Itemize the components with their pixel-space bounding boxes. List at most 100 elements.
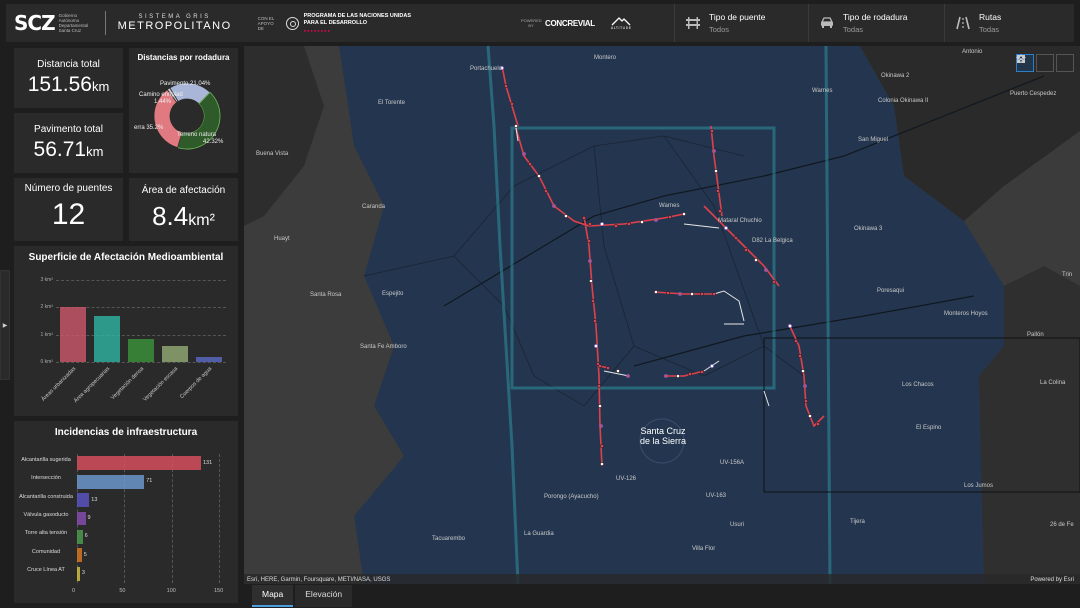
- map-point-marker[interactable]: [744, 248, 748, 252]
- map-point-marker[interactable]: [582, 216, 586, 220]
- map-place-label: San Miguel: [858, 137, 889, 143]
- map-point-marker[interactable]: [764, 268, 768, 272]
- map-point-marker[interactable]: [614, 224, 618, 228]
- map-point-marker[interactable]: [627, 222, 631, 226]
- map-point-marker[interactable]: [676, 374, 680, 378]
- tab-mapa[interactable]: Mapa: [252, 585, 294, 607]
- map-point-marker[interactable]: [754, 258, 758, 262]
- map-point-marker[interactable]: [710, 129, 714, 133]
- tab-elevacion[interactable]: Elevación: [295, 585, 353, 607]
- map-point-marker[interactable]: [564, 214, 568, 218]
- map-point-marker[interactable]: [587, 239, 591, 243]
- map-point-marker[interactable]: [794, 339, 798, 343]
- map-point-marker[interactable]: [593, 319, 597, 323]
- map-point-marker[interactable]: [688, 372, 692, 376]
- map-point-marker[interactable]: [588, 259, 592, 263]
- basemap-button[interactable]: [1017, 54, 1074, 72]
- map-place-label: Los Chacos: [902, 382, 934, 388]
- map-point-marker[interactable]: [803, 384, 807, 388]
- map-point-marker[interactable]: [537, 174, 541, 178]
- map-point-marker[interactable]: [712, 292, 716, 296]
- kpi-numero-puentes-title: Número de puentes: [24, 183, 113, 194]
- hbar-chart-xtick: 0: [72, 588, 76, 594]
- map-point-marker[interactable]: [640, 220, 644, 224]
- map-point-marker[interactable]: [600, 462, 604, 466]
- map-point-marker[interactable]: [804, 399, 808, 403]
- map-point-marker[interactable]: [798, 354, 802, 358]
- hbar-chart-value: 71: [146, 478, 153, 485]
- map-point-marker[interactable]: [589, 279, 593, 283]
- map-point-marker[interactable]: [700, 370, 704, 374]
- map-point-marker[interactable]: [588, 222, 592, 226]
- bar-chart-bar[interactable]: [195, 357, 223, 362]
- hbar-chart-bar[interactable]: [77, 493, 90, 507]
- bar-chart-bar[interactable]: [93, 315, 121, 362]
- map-point-marker[interactable]: [718, 209, 722, 213]
- layers-button[interactable]: [1016, 54, 1054, 72]
- map-point-marker[interactable]: [801, 369, 805, 373]
- map-point-marker[interactable]: [714, 169, 718, 173]
- map-place-label: 26 de Fe: [1050, 522, 1074, 528]
- map-point-marker[interactable]: [552, 204, 556, 208]
- map-point-marker[interactable]: [599, 424, 603, 428]
- powered-by-esri[interactable]: Powered by Esri: [1030, 577, 1074, 583]
- bar-chart-bar[interactable]: [127, 338, 155, 362]
- map-point-marker[interactable]: [724, 226, 728, 230]
- map-point-marker[interactable]: [598, 364, 602, 368]
- filter-tipo-rodadura[interactable]: Tipo de rodadura Todas: [808, 4, 941, 42]
- map-view[interactable]: Portachuelo Montero Antonio Okinawa 2 Puerto…: [244, 46, 1080, 584]
- map-point-marker[interactable]: [654, 290, 658, 294]
- map-point-marker[interactable]: [591, 299, 595, 303]
- hbar-chart-bar[interactable]: [77, 548, 82, 563]
- map-point-marker[interactable]: [734, 236, 738, 240]
- map-point-marker[interactable]: [616, 369, 620, 373]
- map-point-marker[interactable]: [597, 384, 601, 388]
- hbar-chart-category: Válvula gasoducto: [23, 512, 69, 518]
- map-point-marker[interactable]: [690, 292, 694, 296]
- map-point-marker[interactable]: [522, 152, 526, 156]
- filter-tipo-puente[interactable]: Tipo de puente Todos: [674, 4, 804, 42]
- map-point-marker[interactable]: [808, 414, 812, 418]
- map-point-marker[interactable]: [712, 149, 716, 153]
- map-point-marker[interactable]: [664, 374, 668, 378]
- hbar-chart-bar[interactable]: [77, 474, 145, 489]
- bar-chart-bar[interactable]: [161, 345, 189, 362]
- map-point-marker[interactable]: [668, 215, 672, 219]
- map-point-marker[interactable]: [700, 292, 704, 296]
- map-point-marker[interactable]: [654, 218, 658, 222]
- filter-rutas[interactable]: Rutas Todas: [944, 4, 1074, 42]
- hbar-chart-bar[interactable]: [77, 511, 86, 526]
- kpi-area-afectacion-number: 8.4: [152, 201, 189, 231]
- map-point-marker[interactable]: [528, 162, 532, 166]
- map-point-marker[interactable]: [816, 422, 820, 426]
- hbar-chart-bar[interactable]: [77, 566, 80, 581]
- donut-label-camino-pct: 1.44%: [154, 99, 172, 105]
- filter-tipo-rodadura-title: Tipo de rodadura: [843, 12, 908, 22]
- map-point-marker[interactable]: [666, 291, 670, 295]
- map-point-marker[interactable]: [678, 292, 682, 296]
- map-point-marker[interactable]: [510, 102, 514, 106]
- map-point-marker[interactable]: [594, 344, 598, 348]
- kpi-distancia-total-title: Distancia total: [37, 59, 100, 70]
- sidebar-collapse-handle[interactable]: ▶: [0, 270, 10, 380]
- map-point-marker[interactable]: [710, 364, 714, 368]
- map-point-marker[interactable]: [788, 324, 792, 328]
- map-point-marker[interactable]: [504, 84, 508, 88]
- map-point-marker[interactable]: [598, 404, 602, 408]
- map-point-marker[interactable]: [606, 366, 610, 370]
- map-point-marker[interactable]: [626, 374, 630, 378]
- map-point-marker[interactable]: [682, 212, 686, 216]
- map-point-marker[interactable]: [544, 189, 548, 193]
- map-place-label: El Espino: [916, 425, 942, 431]
- map-point-marker[interactable]: [600, 444, 604, 448]
- hbar-chart-bar[interactable]: [77, 530, 83, 544]
- map-point-marker[interactable]: [600, 222, 604, 226]
- map-point-marker[interactable]: [716, 189, 720, 193]
- donut-card: Distancias por rodadura Pavimento 21.04%…: [129, 48, 238, 173]
- map-point-marker[interactable]: [514, 124, 518, 128]
- bar-chart-bar[interactable]: [59, 307, 87, 362]
- hbar-chart-bar[interactable]: [77, 456, 201, 471]
- map-place-label: Mataral Chuchio: [718, 218, 762, 224]
- map-place-label: Pallón: [1027, 332, 1044, 338]
- map-point-marker[interactable]: [772, 280, 776, 284]
